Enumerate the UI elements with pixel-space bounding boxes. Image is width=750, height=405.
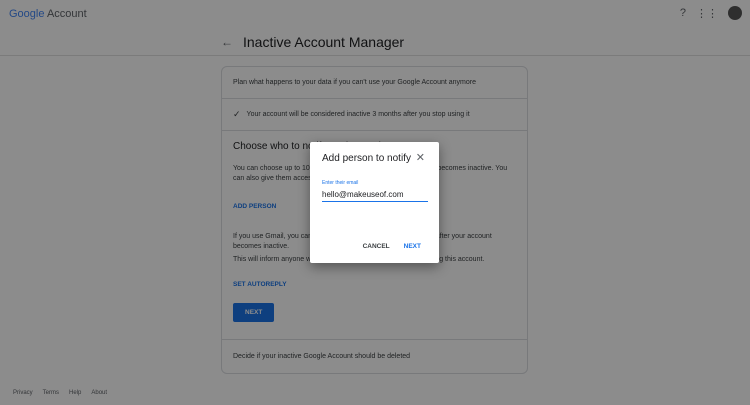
cancel-button[interactable]: CANCEL	[363, 243, 390, 250]
email-label: Enter their email	[322, 180, 359, 186]
dialog-next-button[interactable]: NEXT	[404, 243, 421, 250]
email-input[interactable]	[322, 190, 428, 202]
add-person-dialog: Add person to notify ✕ Enter their email…	[310, 142, 439, 263]
close-icon[interactable]: ✕	[416, 151, 425, 164]
dialog-title: Add person to notify	[322, 153, 411, 164]
